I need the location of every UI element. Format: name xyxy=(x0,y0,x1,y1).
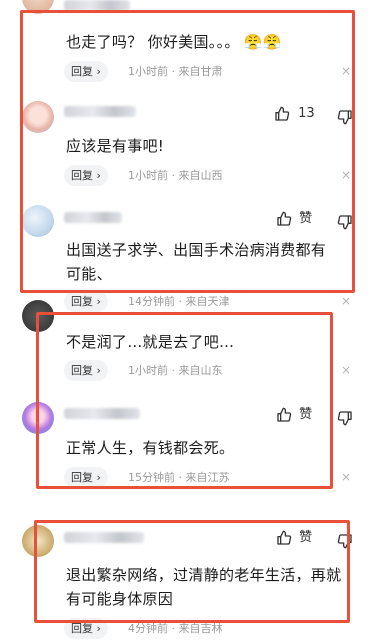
thumbs-up-icon xyxy=(275,106,290,121)
username[interactable] xyxy=(64,532,144,543)
like-label: 赞 xyxy=(299,211,313,226)
like-label: 赞 xyxy=(299,530,313,545)
chevron-right-icon: › xyxy=(96,364,101,377)
close-icon[interactable]: × xyxy=(341,467,351,488)
reply-button[interactable]: 回复 › xyxy=(64,165,108,186)
username[interactable] xyxy=(64,0,130,11)
chevron-right-icon: › xyxy=(96,65,101,78)
like-button[interactable]: 赞 xyxy=(276,405,312,425)
reply-button[interactable]: 回复 › xyxy=(64,618,108,639)
thumbs-down-icon xyxy=(337,109,352,124)
like-count: 13 xyxy=(298,106,315,121)
thumbs-down-icon xyxy=(337,533,352,548)
like-button[interactable]: 13 xyxy=(274,104,315,124)
dislike-button[interactable] xyxy=(337,106,353,125)
comment-text: 正常人生，有钱都会死。 xyxy=(66,439,235,457)
thumbs-down-icon xyxy=(337,410,352,425)
dislike-button[interactable] xyxy=(337,530,353,549)
close-icon[interactable]: × xyxy=(341,61,351,82)
comment-text: 不是润了…就是去了吧… xyxy=(66,333,235,351)
close-icon[interactable]: × xyxy=(341,291,351,312)
like-button[interactable]: 赞 xyxy=(276,209,312,229)
like-label: 赞 xyxy=(299,407,313,422)
comment-text: 出国送子求学、出国手术治病消费都有可能、 xyxy=(66,241,327,283)
reply-button[interactable]: 回复 › xyxy=(64,291,108,312)
chevron-right-icon: › xyxy=(96,471,101,484)
emoji: 😤😤 xyxy=(243,33,282,51)
chevron-right-icon: › xyxy=(96,169,101,182)
close-icon[interactable]: × xyxy=(341,360,351,381)
reply-button[interactable]: 回复 › xyxy=(64,61,108,82)
username[interactable] xyxy=(64,408,140,419)
dislike-button[interactable] xyxy=(337,407,353,426)
chevron-right-icon: › xyxy=(96,295,101,308)
comment-meta: 1小时前 · 来自山东 xyxy=(128,364,223,377)
avatar[interactable] xyxy=(22,525,54,557)
reply-button[interactable]: 回复 › xyxy=(64,467,108,488)
dislike-button[interactable] xyxy=(337,211,353,230)
comment-meta: 4分钟前 · 来自吉林 xyxy=(128,622,223,635)
thumbs-up-icon xyxy=(277,530,292,545)
chevron-right-icon: › xyxy=(96,622,101,635)
avatar[interactable] xyxy=(22,0,54,14)
comment-text: 退出繁杂网络，过清静的老年生活，再就有可能身体原因 xyxy=(66,566,342,608)
username[interactable] xyxy=(64,106,136,117)
comment-text: 也走了吗？ 你好美国。。。 😤😤 xyxy=(66,33,282,51)
avatar[interactable] xyxy=(22,101,54,133)
comment-meta: 1小时前 · 来自山西 xyxy=(128,169,223,182)
avatar[interactable] xyxy=(22,300,54,332)
comment-meta: 1小时前 · 来自甘肃 xyxy=(128,65,223,78)
close-icon[interactable]: × xyxy=(341,165,351,186)
thumbs-up-icon xyxy=(277,211,292,226)
avatar[interactable] xyxy=(22,402,54,434)
reply-button[interactable]: 回复 › xyxy=(64,360,108,381)
thumbs-up-icon xyxy=(277,407,292,422)
comment-text: 应该是有事吧! xyxy=(66,137,165,155)
like-button[interactable]: 赞 xyxy=(276,528,312,548)
username[interactable] xyxy=(64,212,122,223)
avatar[interactable] xyxy=(22,205,54,237)
thumbs-down-icon xyxy=(337,214,352,229)
comment-meta: 14分钟前 · 来自天津 xyxy=(128,295,230,308)
comment-meta: 15分钟前 · 来自江苏 xyxy=(128,471,230,484)
